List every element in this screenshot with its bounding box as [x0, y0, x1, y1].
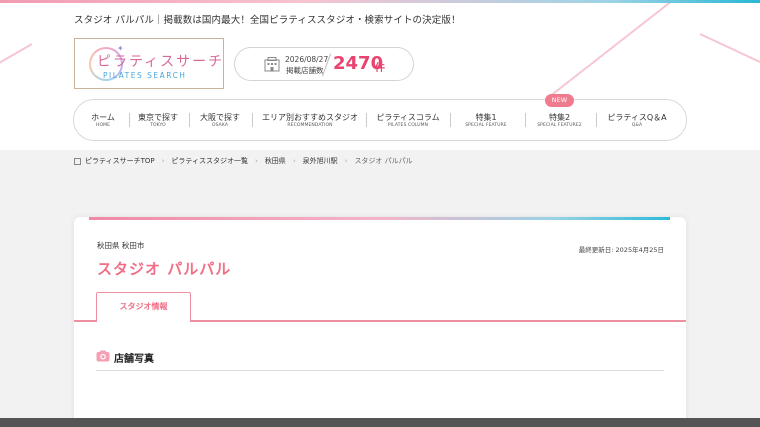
nav-sublabel: Q&A: [631, 123, 643, 128]
logo-text-jp: ピラティスサーチ: [97, 54, 225, 70]
nav-label: ピラティスQ＆A: [607, 113, 667, 122]
site-logo[interactable]: ✦ ピラティスサーチ PILATES SEARCH: [74, 38, 224, 89]
nav-divider: [189, 113, 190, 127]
nav-item-feature1[interactable]: 特集1 SPECIAL FEATURE: [456, 100, 516, 139]
count-date: 2026/08/27: [285, 55, 329, 64]
decor-line: [539, 3, 746, 105]
count-label: 掲載店舗数: [286, 66, 324, 75]
nav-item-osaka[interactable]: 大阪で探す OSAKA: [196, 100, 244, 139]
nav-label: 大阪で探す: [200, 113, 240, 122]
nav-item-home[interactable]: ホーム HOME: [82, 100, 124, 139]
chevron-right-icon: ›: [292, 157, 296, 165]
nav-sublabel: SPECIAL FEATURE: [465, 123, 507, 128]
studio-location: 秋田県 秋田市: [97, 241, 145, 250]
nav-label: 特集1: [475, 113, 497, 122]
page-title: スタジオ パルパル: [97, 260, 232, 278]
chevron-right-icon: ›: [255, 157, 258, 165]
nav-divider: [252, 113, 253, 127]
nav-label: ホーム: [91, 113, 115, 122]
tab-studio-info[interactable]: スタジオ情報: [96, 292, 191, 322]
studio-count-unit: 件: [375, 63, 385, 74]
new-badge: NEW: [545, 94, 574, 107]
nav-sublabel: OSAKA: [211, 123, 228, 128]
bottom-bar: [0, 418, 760, 427]
nav-label: エリア別おすすめスタジオ: [262, 113, 358, 122]
breadcrumb-station[interactable]: 泉外旭川駅: [303, 156, 338, 166]
site-header: スタジオ パルパル｜掲載数は国内最大！全国ピラティススタジオ・検索サイトの決定版…: [0, 3, 760, 150]
section-title-photos: 店舗写真: [114, 354, 154, 365]
breadcrumb: ピラティスサーチTOP › ピラティススタジオ一覧 › 秋田県 › 泉外旭川駅 …: [74, 156, 413, 166]
nav-item-qa[interactable]: ピラティスQ＆A Q&A: [602, 100, 672, 139]
nav-sublabel: SPECIAL FEATURE2: [537, 123, 582, 128]
nav-sublabel: TOKYO: [150, 123, 166, 128]
nav-item-recommendation[interactable]: エリア別おすすめスタジオ RECOMMENDATION: [260, 100, 360, 139]
breadcrumb-current: スタジオ パルパル: [354, 157, 413, 165]
last-updated: 最終更新日: 2025年4月25日: [578, 246, 664, 254]
nav-sublabel: HOME: [95, 123, 111, 128]
nav-label: ピラティスコラム: [376, 113, 440, 122]
studio-card: 秋田県 秋田市 最終更新日: 2025年4月25日 スタジオ パルパル スタジオ…: [74, 217, 686, 427]
decor-line: [0, 43, 33, 75]
site-tagline: スタジオ パルパル｜掲載数は国内最大！全国ピラティススタジオ・検索サイトの決定版…: [74, 15, 461, 26]
nav-label: 東京で探す: [138, 113, 178, 122]
section-divider: [96, 370, 664, 371]
listing-count-box: 2026/08/27 掲載店舗数 2470 件: [234, 47, 414, 81]
home-icon: [74, 157, 81, 165]
building-icon: [264, 57, 280, 72]
chevron-right-icon: ›: [161, 157, 165, 165]
nav-item-tokyo[interactable]: 東京で探す TOKYO: [134, 100, 182, 139]
nav-sublabel: PILATES COLUMN: [387, 123, 429, 128]
nav-item-column[interactable]: ピラティスコラム PILATES COLUMN: [372, 100, 444, 139]
breadcrumb-prefecture[interactable]: 秋田県: [265, 156, 286, 166]
global-nav: ホーム HOME 東京で探す TOKYO 大阪で探す OSAKA エリア別おすす…: [73, 94, 687, 141]
nav-divider: [450, 113, 451, 127]
breadcrumb-studio-list[interactable]: ピラティススタジオ一覧: [171, 156, 248, 166]
nav-divider: [129, 113, 130, 127]
nav-label: 特集2: [548, 113, 571, 122]
card-gradient-stripe: [89, 217, 670, 220]
nav-sublabel: RECOMMENDATION: [287, 123, 333, 128]
breadcrumb-top[interactable]: ピラティスサーチTOP: [85, 156, 155, 166]
logo-text-en: PILATES SEARCH: [103, 71, 187, 80]
nav-divider: [596, 113, 597, 127]
nav-divider: [525, 113, 526, 127]
chevron-right-icon: ›: [344, 157, 348, 165]
decor-line: [699, 33, 760, 86]
camera-icon: [96, 350, 110, 362]
nav-divider: [366, 113, 367, 127]
